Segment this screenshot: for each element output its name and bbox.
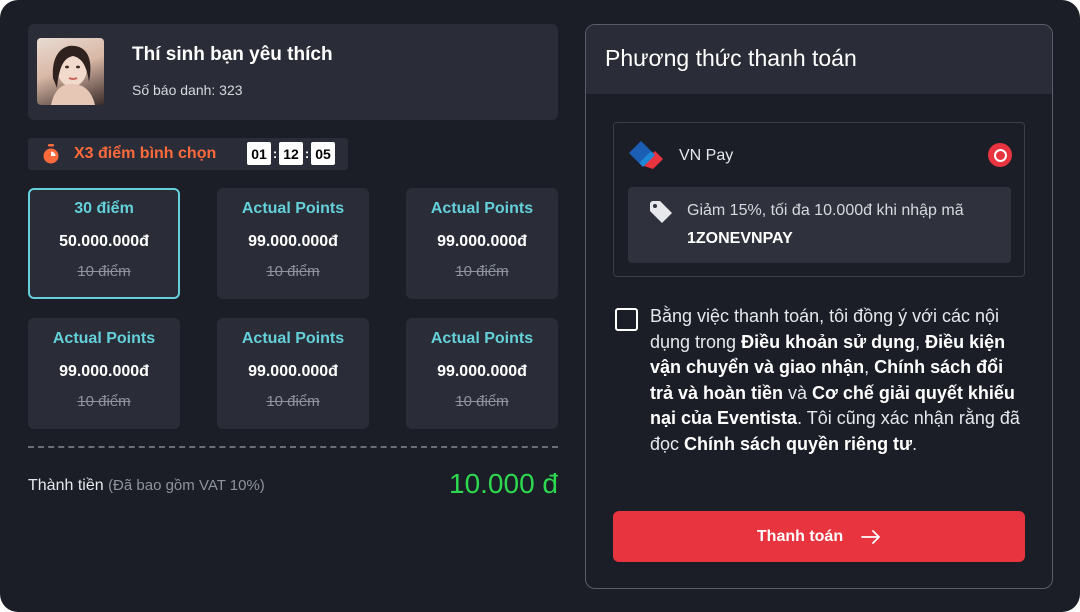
package-old-points: 10 điểm xyxy=(455,393,509,410)
pay-button[interactable]: Thanh toán xyxy=(613,511,1025,562)
package-price: 99.000.000đ xyxy=(248,233,338,250)
package-old-points: 10 điểm xyxy=(266,393,320,410)
total-label-text: Thành tiền xyxy=(28,477,104,494)
payment-panel: Phương thức thanh toán VN Pay Giảm 15%, … xyxy=(585,24,1053,589)
package-points: Actual Points xyxy=(52,330,156,347)
package-option[interactable]: Actual Points 99.000.000đ 10 điểm xyxy=(406,188,558,299)
payment-method-radio[interactable] xyxy=(988,143,1012,167)
countdown-timer: 01 : 12 : 05 xyxy=(247,142,335,165)
arrow-right-icon xyxy=(861,529,881,544)
package-old-points: 10 điểm xyxy=(266,263,320,280)
stopwatch-icon xyxy=(42,144,60,164)
package-option[interactable]: 30 điểm 50.000.000đ 10 điểm xyxy=(28,188,180,299)
timer-hours: 01 xyxy=(247,142,271,165)
package-points: Actual Points xyxy=(430,330,534,347)
package-price: 99.000.000đ xyxy=(248,363,338,380)
contestant-avatar xyxy=(37,38,104,105)
package-option[interactable]: Actual Points 99.000.000đ 10 điểm xyxy=(217,318,369,429)
tag-icon xyxy=(648,199,674,225)
package-price: 99.000.000đ xyxy=(437,363,527,380)
timer-separator: : xyxy=(304,146,310,161)
package-points: Actual Points xyxy=(241,200,345,217)
package-points: 30 điểm xyxy=(74,200,134,217)
payment-method-vnpay[interactable]: VN Pay Giảm 15%, tối đa 10.000đ khi nhập… xyxy=(613,122,1025,277)
dashed-divider xyxy=(28,446,558,448)
pay-button-label: Thanh toán xyxy=(756,527,844,545)
promo-text: X3 điểm bình chọn xyxy=(74,145,217,162)
package-option[interactable]: Actual Points 99.000.000đ 10 điểm xyxy=(28,318,180,429)
contestant-number: Số báo danh: 323 xyxy=(132,82,243,98)
total-amount: 10.000 đ xyxy=(449,468,558,499)
coupon-code: 1ZONEVNPAY xyxy=(687,230,793,247)
package-option[interactable]: Actual Points 99.000.000đ 10 điểm xyxy=(217,188,369,299)
payment-method-name: VN Pay xyxy=(679,147,734,164)
coupon-text: Giảm 15%, tối đa 10.000đ khi nhập mã xyxy=(687,202,964,219)
package-points: Actual Points xyxy=(241,330,345,347)
terms-link[interactable]: Điều khoản sử dụng xyxy=(741,332,915,352)
package-old-points: 10 điểm xyxy=(455,263,509,280)
package-option[interactable]: Actual Points 99.000.000đ 10 điểm xyxy=(406,318,558,429)
vnpay-logo-icon xyxy=(627,139,665,169)
total-label: Thành tiền (Đã bao gồm VAT 10%) xyxy=(28,477,265,495)
promo-bar: X3 điểm bình chọn 01 : 12 : 05 xyxy=(28,138,348,170)
timer-seconds: 05 xyxy=(311,142,335,165)
checkout-screen: Thí sinh bạn yêu thích Số báo danh: 323 … xyxy=(0,0,1080,612)
vat-note: (Đã bao gồm VAT 10%) xyxy=(108,477,265,494)
package-points: Actual Points xyxy=(430,200,534,217)
package-price: 50.000.000đ xyxy=(59,233,149,250)
coupon-info: Giảm 15%, tối đa 10.000đ khi nhập mã 1ZO… xyxy=(628,187,1011,263)
timer-separator: : xyxy=(272,146,278,161)
payment-title: Phương thức thanh toán xyxy=(605,45,857,71)
contestant-name: Thí sinh bạn yêu thích xyxy=(132,44,333,65)
terms-text: Bằng việc thanh toán, tôi đồng ý với các… xyxy=(650,306,1020,454)
package-old-points: 10 điểm xyxy=(77,263,131,280)
package-price: 99.000.000đ xyxy=(437,233,527,250)
package-price: 99.000.000đ xyxy=(59,363,149,380)
privacy-policy-link[interactable]: Chính sách quyền riêng tư xyxy=(684,434,912,454)
terms-checkbox[interactable] xyxy=(615,308,638,331)
payment-header: Phương thức thanh toán xyxy=(586,25,1052,94)
timer-minutes: 12 xyxy=(279,142,303,165)
package-old-points: 10 điểm xyxy=(77,393,131,410)
contestant-card: Thí sinh bạn yêu thích Số báo danh: 323 xyxy=(28,24,558,120)
